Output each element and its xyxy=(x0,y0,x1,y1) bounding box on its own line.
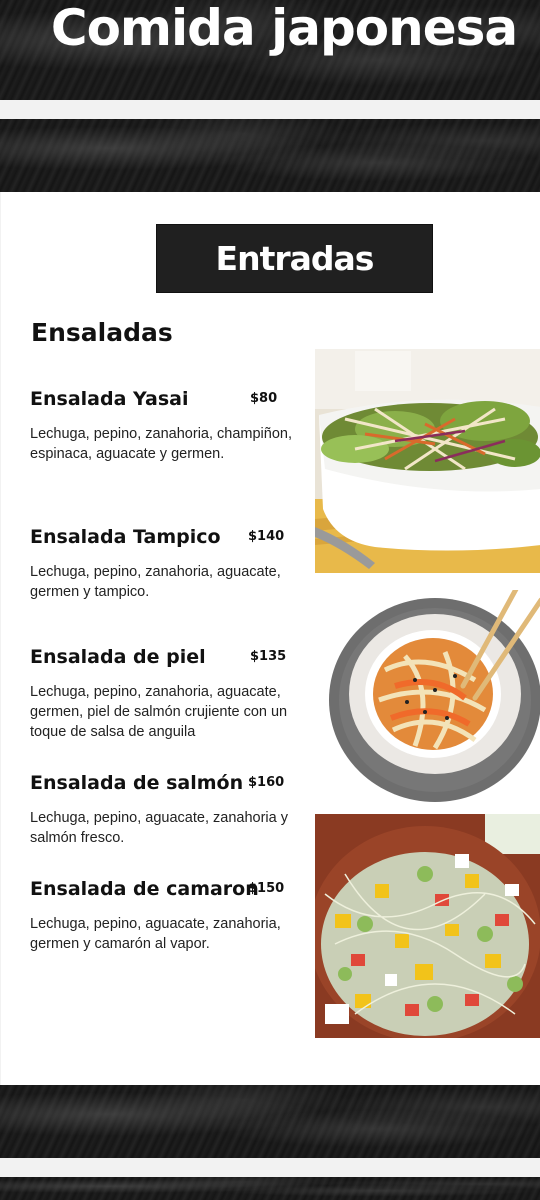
noodle-bowl-photo xyxy=(315,590,540,802)
salad-bowl-photo xyxy=(315,349,540,573)
item-name: Ensalada Yasai xyxy=(30,388,189,410)
item-name: Ensalada Tampico xyxy=(30,526,221,548)
item-name: Ensalada de piel xyxy=(30,646,206,668)
section-title: Entradas xyxy=(215,239,375,278)
section-header: Entradas xyxy=(156,224,433,293)
item-price: $150 xyxy=(248,881,285,896)
sprout-salad-photo xyxy=(315,814,540,1038)
decorative-band-top xyxy=(0,119,540,192)
item-name: Ensalada de camaron xyxy=(30,878,259,900)
menu-panel: Entradas Ensaladas Ensalada Yasai $80 Le… xyxy=(1,192,540,1085)
item-description: Lechuga, pepino, aguacate, zanahoria, ge… xyxy=(30,916,281,952)
page-title: Comida japonesa xyxy=(50,0,518,57)
category-title: Ensaladas xyxy=(31,318,173,347)
item-description: Lechuga, pepino, zanahoria, aguacate, ge… xyxy=(30,564,281,600)
header-banner: Comida japonesa xyxy=(0,0,540,100)
item-name: Ensalada de salmón xyxy=(30,772,244,794)
item-price: $80 xyxy=(250,391,278,406)
decorative-band-footer xyxy=(0,1177,540,1200)
item-price: $160 xyxy=(248,775,285,790)
item-price: $135 xyxy=(250,649,287,664)
item-description: Lechuga, pepino, zanahoria, aguacate, ge… xyxy=(30,684,288,740)
item-price: $140 xyxy=(248,529,285,544)
item-description: Lechuga, pepino, zanahoria, champiñon, e… xyxy=(30,426,292,462)
item-description: Lechuga, pepino, aguacate, zanahoria y s… xyxy=(30,810,288,846)
decorative-band-bottom xyxy=(0,1085,540,1158)
